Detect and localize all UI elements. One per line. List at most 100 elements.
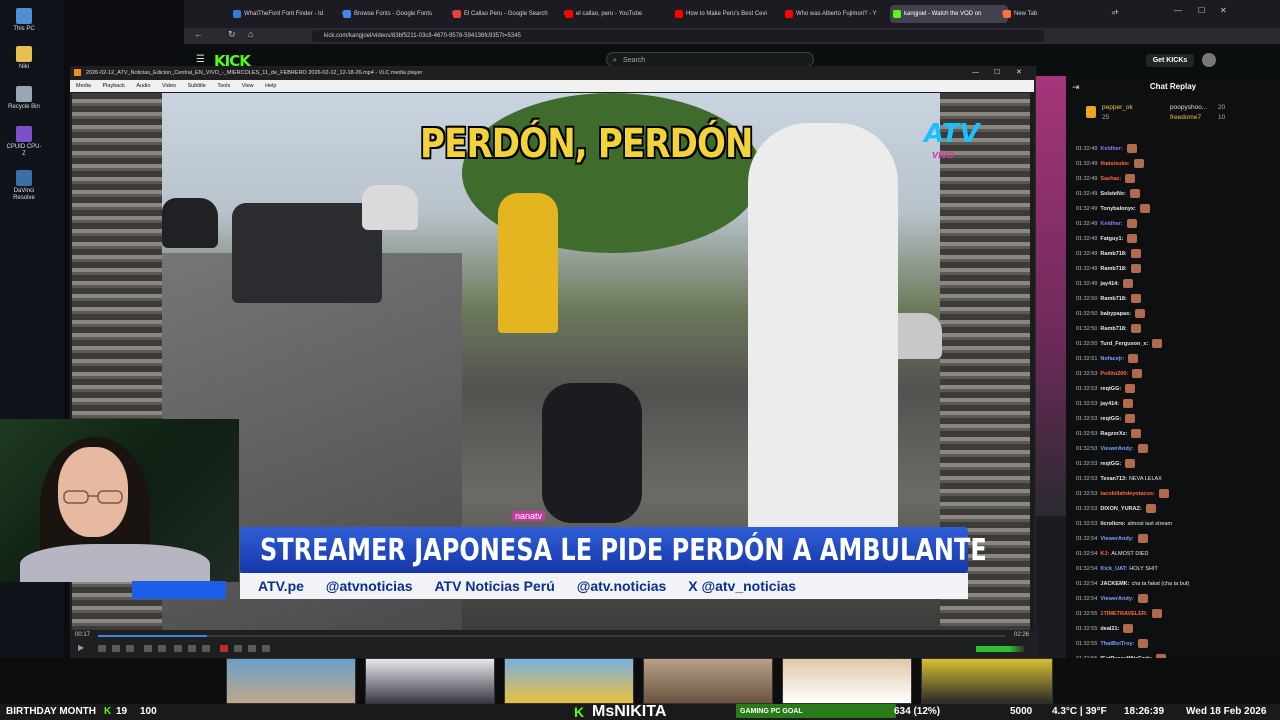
chat-username[interactable]: Fatguy1: bbox=[1100, 236, 1123, 242]
tab-youtube-fujimori[interactable]: Who was Alberto Fujimori? - Y✕ bbox=[782, 5, 900, 23]
play-icon[interactable]: ▶ bbox=[78, 643, 84, 652]
menu-media[interactable]: Media bbox=[76, 83, 91, 89]
clip-thumbnail bbox=[504, 658, 634, 704]
chat-username[interactable]: JACKEMK: bbox=[1100, 581, 1129, 587]
home-icon[interactable]: ⌂ bbox=[248, 29, 253, 39]
chat-username[interactable]: Pollito200: bbox=[1100, 371, 1128, 377]
vlc-minimize-icon[interactable]: — bbox=[972, 66, 979, 80]
playlist-icon[interactable] bbox=[174, 645, 182, 652]
chat-username[interactable]: tacokillahdeyotacos: bbox=[1100, 491, 1154, 497]
sub-count: 19 bbox=[116, 706, 128, 717]
minimize-icon[interactable]: — bbox=[1174, 6, 1182, 15]
chat-username[interactable]: Ramb718: bbox=[1100, 266, 1126, 272]
chat-username[interactable]: Ramb718: bbox=[1100, 296, 1126, 302]
tab-whatthefont[interactable]: WhatTheFont Font Finder - Id✕ bbox=[230, 5, 348, 23]
chat-username[interactable]: ViewerAndy: bbox=[1100, 536, 1133, 542]
chat-username[interactable]: Kick_UAT: bbox=[1100, 566, 1127, 572]
tab-youtube-ceviche[interactable]: How to Make Peru's Best Cevi✕ bbox=[672, 5, 792, 23]
chat-timestamp: 01:32:49 bbox=[1076, 251, 1098, 257]
stop-icon[interactable] bbox=[112, 645, 120, 652]
loop-icon[interactable] bbox=[188, 645, 196, 652]
chat-username[interactable]: reqtGG: bbox=[1100, 416, 1121, 422]
chat-username[interactable]: babypapas: bbox=[1100, 311, 1131, 317]
chat-username[interactable]: ViewerAndy: bbox=[1100, 446, 1133, 452]
chat-timestamp: 01:32:50 bbox=[1076, 296, 1098, 302]
chat-username[interactable]: thatsisubs: bbox=[1100, 161, 1129, 167]
chat-username[interactable]: Texan713: bbox=[1100, 476, 1127, 482]
menu-audio[interactable]: Audio bbox=[136, 83, 150, 89]
volume-slider[interactable] bbox=[976, 646, 1024, 652]
goal-value: 634 (12%) bbox=[894, 706, 941, 717]
tab-google-search[interactable]: El Callao Peru - Google Search✕ bbox=[450, 5, 570, 23]
chat-username[interactable]: reqtGG: bbox=[1100, 461, 1121, 467]
tab-google-fonts[interactable]: Browse Fonts - Google Fonts✕ bbox=[340, 5, 458, 23]
desktop-icon-davinci[interactable]: DaVinci Resolve bbox=[6, 170, 42, 202]
menu-icon[interactable]: ☰ bbox=[196, 54, 205, 65]
watermark: nanatv bbox=[512, 511, 546, 521]
chat-username[interactable]: Tonybalonyx: bbox=[1100, 206, 1135, 212]
menu-playback[interactable]: Playback bbox=[103, 83, 125, 89]
menu-view[interactable]: View bbox=[242, 83, 254, 89]
chat-username[interactable]: Turd_Ferguson_x: bbox=[1100, 341, 1148, 347]
tab-youtube-callao[interactable]: el callao, peru - YouTube✕ bbox=[562, 5, 682, 23]
chat-message: 01:32:53 Pollito200: bbox=[1076, 367, 1236, 382]
chat-timestamp: 01:32:53 bbox=[1076, 416, 1098, 422]
shuffle-icon[interactable] bbox=[202, 645, 210, 652]
reload-icon[interactable]: ↻ bbox=[228, 29, 236, 40]
chat-message: 01:32:49 Ramb718: bbox=[1076, 262, 1236, 277]
menu-tools[interactable]: Tools bbox=[217, 83, 230, 89]
emote-icon bbox=[1131, 429, 1142, 439]
chat-username[interactable]: Sashaz: bbox=[1100, 176, 1121, 182]
loop-ab-icon[interactable] bbox=[248, 645, 256, 652]
new-tab-icon[interactable]: + bbox=[1114, 7, 1119, 17]
chat-username[interactable]: jay414: bbox=[1100, 401, 1119, 407]
desktop-icon-recycle-bin[interactable]: Recycle Bin bbox=[6, 86, 42, 111]
close-window-icon[interactable]: ✕ bbox=[1220, 6, 1227, 15]
maximize-icon[interactable]: ☐ bbox=[1198, 6, 1205, 15]
address-bar[interactable]: kick.com/kangjoel/videos/83bf5211-03c8-4… bbox=[312, 30, 1044, 42]
chat-username[interactable]: KJ: bbox=[1100, 551, 1109, 557]
chat-username[interactable]: Keldher: bbox=[1100, 146, 1122, 152]
snapshot-icon[interactable] bbox=[234, 645, 242, 652]
desktop-icon-niki[interactable]: Niki bbox=[6, 46, 42, 71]
frame-step-icon[interactable] bbox=[262, 645, 270, 652]
vlc-close-icon[interactable]: ✕ bbox=[1016, 66, 1022, 80]
tab-new-tab[interactable]: New Tab ✕ bbox=[1000, 5, 1118, 23]
back-icon[interactable]: ← bbox=[194, 29, 203, 39]
tab-kick-vod[interactable]: kangjoel - Watch the VOD on✕ bbox=[890, 5, 1008, 23]
vlc-maximize-icon[interactable]: ☐ bbox=[994, 66, 1000, 80]
previous-icon[interactable] bbox=[98, 645, 106, 652]
emote-icon bbox=[1126, 144, 1137, 154]
chat-message: 01:32:49 Sashaz: bbox=[1076, 172, 1236, 187]
chat-username[interactable]: DIXON_YURAZ: bbox=[1100, 506, 1141, 512]
menu-help[interactable]: Help bbox=[265, 83, 276, 89]
chat-username[interactable]: SolsteNx: bbox=[1100, 191, 1125, 197]
chat-username[interactable]: RagzorXz: bbox=[1100, 431, 1127, 437]
chat-username[interactable]: Keldher: bbox=[1100, 221, 1122, 227]
chat-username[interactable]: 1TIMETRAVELER: bbox=[1100, 611, 1147, 617]
chat-username[interactable]: ThatBoiTroy: bbox=[1100, 641, 1134, 647]
get-kicks-button[interactable]: Get KICKs bbox=[1146, 54, 1194, 67]
chat-username[interactable]: ViewerAndy: bbox=[1100, 596, 1133, 602]
menu-video[interactable]: Video bbox=[162, 83, 176, 89]
menu-subtitle[interactable]: Subtitle bbox=[187, 83, 205, 89]
chat-username[interactable]: jay414: bbox=[1100, 281, 1119, 287]
chat-username[interactable]: ilcrolicro: bbox=[1100, 521, 1125, 527]
record-icon[interactable] bbox=[220, 645, 228, 652]
social-youtube: @atvnoticias bbox=[325, 578, 413, 594]
avatar[interactable] bbox=[1202, 53, 1216, 67]
desktop-icon-cpu-z[interactable]: CPUID CPU-Z bbox=[6, 126, 42, 158]
desktop-icon-this-pc[interactable]: This PC bbox=[6, 8, 42, 33]
seek-bar[interactable] bbox=[98, 635, 1006, 637]
extended-settings-icon[interactable] bbox=[158, 645, 166, 652]
chat-username[interactable]: Noface|r: bbox=[1100, 356, 1124, 362]
search-input[interactable]: ⌕ Search bbox=[606, 52, 814, 67]
chat-username[interactable]: deal21: bbox=[1100, 626, 1119, 632]
next-icon[interactable] bbox=[126, 645, 134, 652]
social-website: ATV.pe bbox=[258, 578, 304, 594]
chat-username[interactable]: reqtGG: bbox=[1100, 386, 1121, 392]
fullscreen-icon[interactable] bbox=[144, 645, 152, 652]
social-instagram: @atv.noticias bbox=[576, 578, 667, 594]
chat-username[interactable]: Ramb718: bbox=[1100, 251, 1126, 257]
chat-username[interactable]: Ramb718: bbox=[1100, 326, 1126, 332]
